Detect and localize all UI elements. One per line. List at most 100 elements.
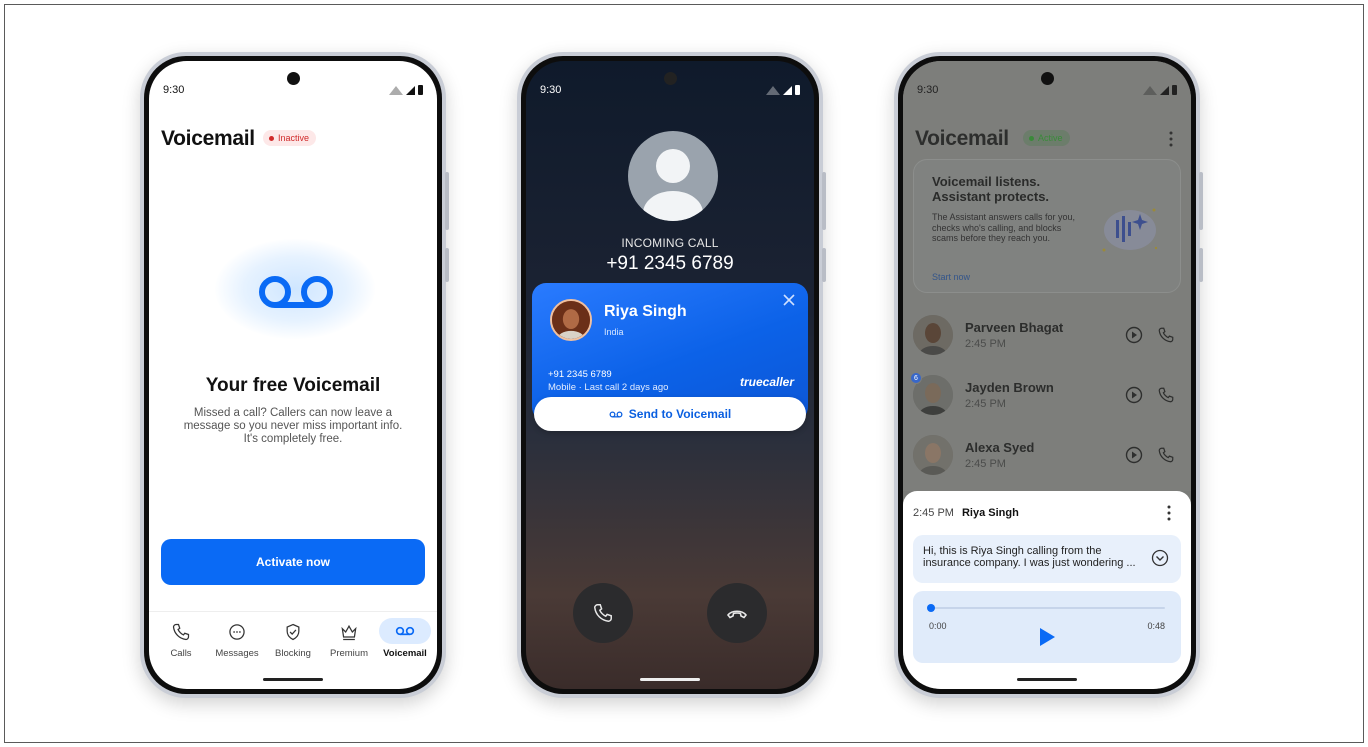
- voicemail-time: 2:45 PM: [913, 507, 954, 519]
- camera: [664, 72, 677, 85]
- screen: 9:30 Voicemail Inactive Your free Voicem…: [149, 61, 437, 689]
- tab-label: Premium: [329, 648, 368, 659]
- send-to-voicemail-button[interactable]: Send to Voicemail: [534, 397, 806, 431]
- tab-label: Blocking: [275, 648, 311, 659]
- more-options-icon[interactable]: [1167, 505, 1171, 521]
- volume-button: [822, 172, 826, 230]
- play-circle-icon[interactable]: [1125, 386, 1143, 404]
- contact-time: 2:45 PM: [965, 398, 1006, 410]
- truecaller-logo: truecaller: [739, 375, 794, 389]
- phone-incoming-call: 9:30 INCOMING CALL +91 2345 6789 Riya Si…: [517, 52, 826, 698]
- battery-icon: [418, 85, 423, 95]
- battery-icon: [1172, 85, 1177, 95]
- voicemail-caller: Riya Singh: [961, 507, 1019, 519]
- screen: 9:30 Voicemail Active Voicemail listens.…: [903, 61, 1191, 689]
- notification-badge: 6: [910, 372, 922, 384]
- voicemail-icon: [609, 411, 623, 417]
- hero-heading: Your free Voicemail: [205, 375, 381, 396]
- status-badge: Inactive: [263, 130, 317, 146]
- voicemail-icon: [395, 626, 415, 636]
- power-button: [1199, 248, 1203, 282]
- contact-time: 2:45 PM: [965, 458, 1006, 470]
- total-duration: 0:48: [1147, 621, 1165, 631]
- tab-active-pill: [379, 618, 431, 644]
- status-time: 9:30: [540, 84, 562, 96]
- play-icon[interactable]: [1038, 627, 1056, 647]
- phone-voicemail-active: 9:30 Voicemail Active Voicemail listens.…: [894, 52, 1203, 698]
- wifi-icon: [766, 85, 780, 95]
- voicemail-icon: [259, 276, 333, 308]
- crown-icon: [341, 624, 357, 641]
- phone-icon[interactable]: [1157, 326, 1175, 344]
- promo-heading-line1: Voicemail listens.: [932, 174, 1041, 189]
- signal-icon: [1160, 85, 1169, 95]
- tab-label: Calls: [170, 648, 192, 659]
- tab-blocking[interactable]: Blocking: [265, 612, 321, 671]
- status-time: 9:30: [917, 84, 939, 96]
- list-item[interactable]: 6 Jayden Brown 2:45 PM: [910, 367, 1181, 424]
- tab-messages[interactable]: Messages: [209, 612, 265, 671]
- play-circle-icon[interactable]: [1125, 446, 1143, 464]
- transcript-box[interactable]: Hi, this is Riya Singh calling from the …: [913, 535, 1181, 583]
- caller-number: +91 2345 6789: [606, 253, 734, 274]
- tab-label: Messages: [215, 648, 259, 659]
- page-title: Voicemail: [161, 127, 255, 150]
- tab-label: Voicemail: [383, 648, 427, 659]
- avatar: 6: [910, 372, 953, 424]
- chevron-down-icon[interactable]: [1151, 549, 1169, 567]
- avatar: [913, 315, 953, 355]
- tab-voicemail[interactable]: Voicemail: [377, 612, 433, 671]
- activate-button[interactable]: Activate now: [161, 539, 425, 585]
- progress-knob[interactable]: [927, 604, 935, 612]
- promo-heading-line2: Assistant protects.: [932, 189, 1050, 204]
- wifi-icon: [1143, 85, 1157, 95]
- list-item[interactable]: Alexa Syed 2:45 PM: [913, 427, 1181, 483]
- assistant-promo-card: Voicemail listens. Assistant protects. T…: [913, 159, 1181, 293]
- screen: 9:30 INCOMING CALL +91 2345 6789 Riya Si…: [526, 61, 814, 689]
- promo-start-link[interactable]: Start now: [932, 272, 970, 282]
- caller-avatar-placeholder: [628, 131, 718, 221]
- shield-icon: [286, 623, 300, 641]
- phone-icon[interactable]: [1157, 386, 1175, 404]
- assistant-sparkle-icon: [1102, 208, 1158, 252]
- answer-call-button[interactable]: [573, 583, 633, 643]
- contact-name: Jayden Brown: [965, 380, 1054, 395]
- chat-icon: [229, 624, 245, 640]
- status-badge-label: Inactive: [278, 133, 310, 143]
- phone-icon: [594, 604, 612, 622]
- camera: [287, 72, 300, 85]
- caller-photo: [550, 299, 592, 341]
- list-item[interactable]: Parveen Bhagat 2:45 PM: [913, 307, 1181, 363]
- elapsed-time: 0:00: [929, 621, 947, 631]
- incoming-call-label: INCOMING CALL: [621, 236, 719, 250]
- more-options-icon[interactable]: [1169, 131, 1173, 147]
- play-circle-icon[interactable]: [1125, 326, 1143, 344]
- status-badge-label: Active: [1038, 133, 1063, 143]
- volume-button: [1199, 172, 1203, 230]
- card-number: +91 2345 6789: [548, 369, 612, 380]
- progress-track[interactable]: [931, 607, 1165, 609]
- home-indicator: [263, 678, 323, 681]
- wifi-icon: [389, 85, 403, 95]
- home-indicator: [640, 678, 700, 681]
- caller-name: Riya Singh: [604, 303, 687, 320]
- transcript-text: Hi, this is Riya Singh calling from the …: [923, 545, 1136, 569]
- status-time: 9:30: [163, 84, 185, 96]
- contact-name: Alexa Syed: [965, 440, 1035, 455]
- power-button: [822, 248, 826, 282]
- tab-calls[interactable]: Calls: [153, 612, 209, 671]
- signal-icon: [783, 85, 792, 95]
- phone-icon[interactable]: [1157, 446, 1175, 464]
- power-button: [445, 248, 449, 282]
- bezel: 9:30 Voicemail Active Voicemail listens.…: [898, 56, 1196, 694]
- tab-premium[interactable]: Premium: [321, 612, 377, 671]
- close-icon[interactable]: [782, 293, 796, 307]
- avatar: [913, 435, 953, 475]
- promo-body: The Assistant answers calls for you, che…: [932, 212, 1076, 243]
- status-badge: Active: [1023, 130, 1070, 146]
- bottom-tab-bar: Calls Messages Blocking Premium Voicemai…: [149, 611, 437, 671]
- contact-name: Parveen Bhagat: [965, 320, 1064, 335]
- send-to-voicemail-label: Send to Voicemail: [628, 407, 732, 421]
- decline-call-button[interactable]: [707, 583, 767, 643]
- bezel: 9:30 Voicemail Inactive Your free Voicem…: [144, 56, 442, 694]
